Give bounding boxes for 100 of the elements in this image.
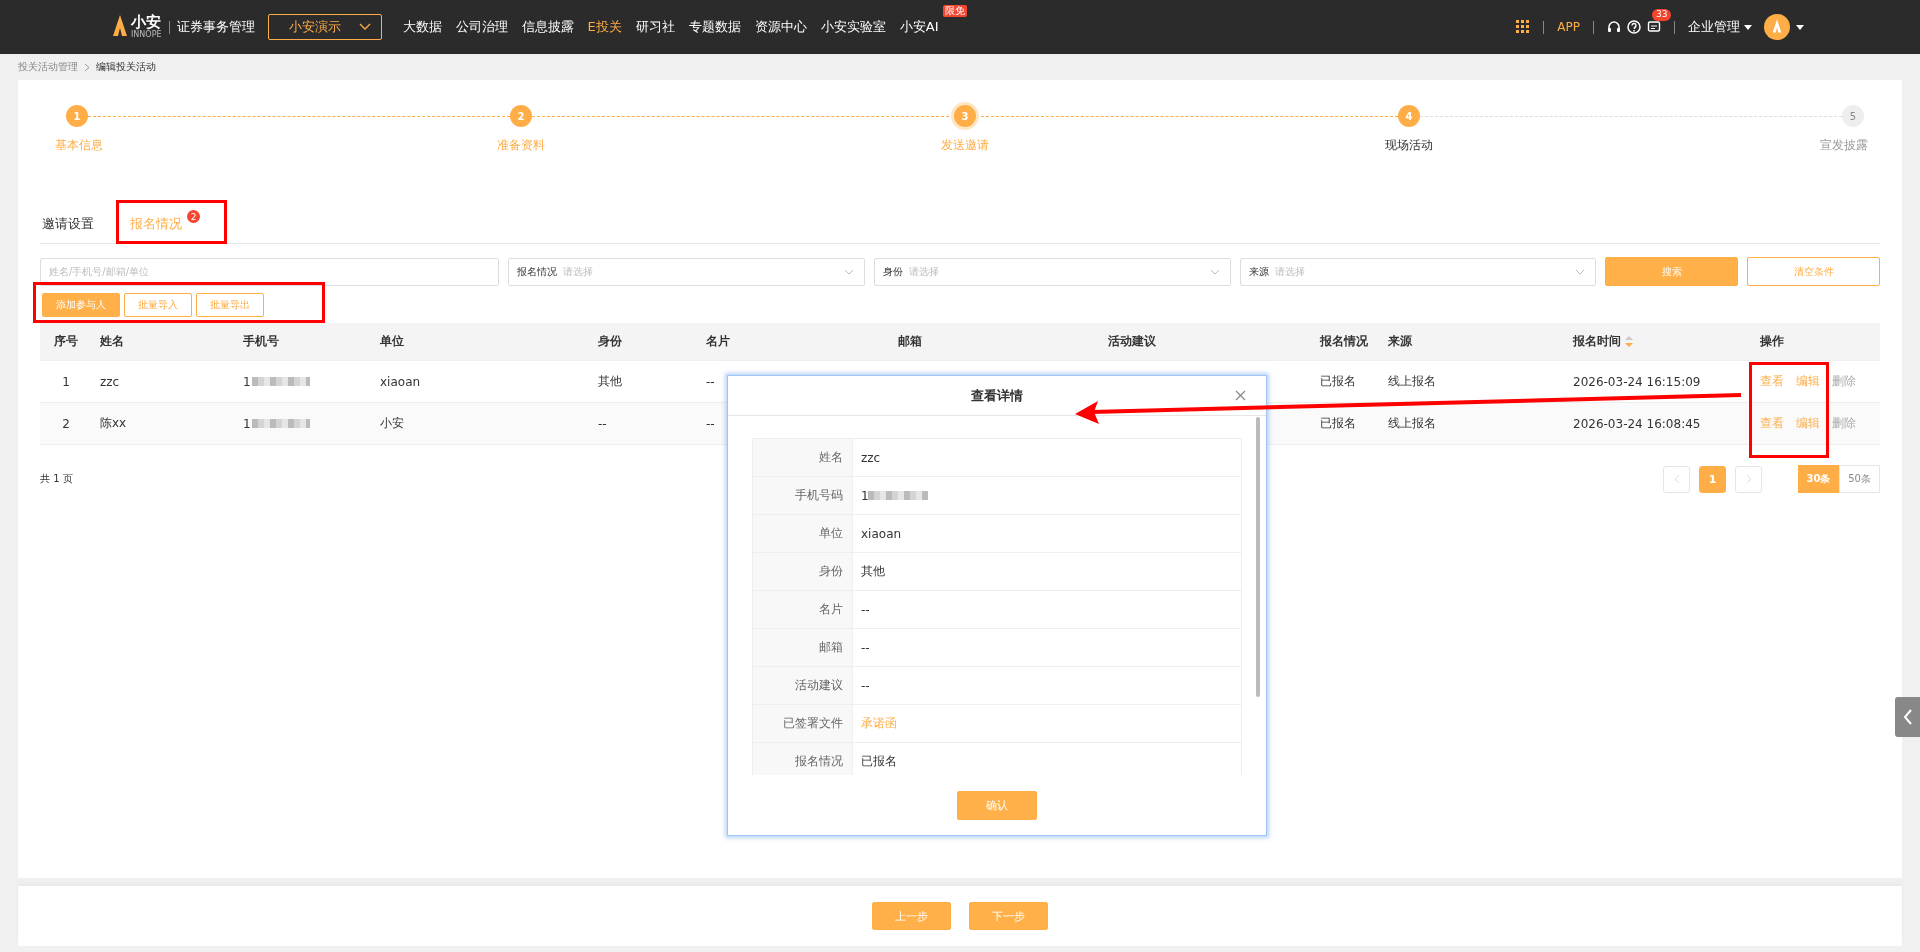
tab[interactable]: 邀请设置: [42, 215, 94, 242]
step-number: 4: [1398, 105, 1420, 127]
table-cell: --: [706, 374, 715, 389]
chevron-down-icon: [358, 23, 371, 31]
clear-button[interactable]: 清空条件: [1747, 257, 1880, 286]
chevron-down-icon: [1575, 268, 1586, 275]
tab[interactable]: 报名情况: [130, 215, 182, 244]
blur-drawing: [251, 419, 310, 428]
field-value: --: [861, 678, 870, 693]
table-cell: 线上报名: [1388, 373, 1436, 390]
field-value: 1: [861, 488, 869, 503]
nav-item[interactable]: 专题数据: [681, 19, 748, 34]
chevron-left-icon: [1673, 474, 1680, 484]
field-label: 手机号码: [795, 487, 843, 504]
field-label: 姓名: [819, 449, 843, 466]
document-link[interactable]: 承诺函: [861, 715, 897, 732]
row-action-link[interactable]: 查看: [1760, 373, 1784, 390]
message-icon[interactable]: [1647, 20, 1661, 34]
table-cell: zzc: [100, 374, 120, 389]
step-number: 3: [954, 105, 976, 127]
field-value: --: [861, 602, 870, 617]
chevron-right-icon: [84, 62, 90, 72]
step-number: 1: [66, 105, 88, 127]
table-cell: xiaoan: [380, 374, 421, 389]
table-cell: 2026-03-24 16:15:09: [1573, 374, 1701, 389]
step-number: 5: [1842, 105, 1864, 127]
enterprise-menu[interactable]: 企业管理: [1688, 18, 1752, 36]
count-badge: 2: [187, 210, 200, 223]
nav-item[interactable]: 研习社: [628, 19, 682, 34]
breadcrumb-item[interactable]: 编辑投关活动: [96, 60, 156, 74]
nav-item[interactable]: 资源中心: [747, 19, 814, 34]
scrollbar[interactable]: [1256, 417, 1260, 697]
column-header: 身份: [598, 333, 622, 350]
nav-item[interactable]: E投关: [580, 19, 629, 34]
headset-icon[interactable]: [1607, 20, 1621, 34]
blur-drawing: [867, 491, 928, 500]
action-button[interactable]: 批量导入: [124, 293, 192, 317]
step-label: 发送邀请: [941, 137, 989, 154]
page-size-option[interactable]: 30条: [1798, 465, 1839, 493]
column-header: 邮箱: [898, 333, 922, 350]
table-cell: 2: [62, 416, 70, 431]
field-label: 活动建议: [795, 677, 843, 694]
nav-item[interactable]: 大数据: [395, 19, 449, 34]
table-cell: 已报名: [1320, 373, 1356, 390]
column-header: 报名时间: [1573, 333, 1621, 350]
next-step-button[interactable]: 下一步: [969, 902, 1048, 930]
field-value: zzc: [861, 450, 881, 465]
filter-select[interactable]: 报名情况 请选择: [508, 257, 866, 286]
page-size-option[interactable]: 50条: [1839, 465, 1880, 493]
collapse-side-tab[interactable]: [1895, 697, 1920, 737]
page-button[interactable]: 1: [1699, 465, 1726, 493]
column-header: 序号: [54, 333, 78, 350]
filter-select[interactable]: 身份 请选择: [874, 257, 1231, 286]
chevron-down-icon: [1209, 268, 1220, 275]
field-label: 报名情况: [795, 753, 843, 770]
chevron-down-icon: [844, 268, 855, 275]
help-icon[interactable]: [1627, 20, 1641, 34]
nav-item[interactable]: 小安AI: [892, 19, 946, 34]
row-action-link[interactable]: 编辑: [1796, 373, 1820, 390]
column-header: 操作: [1760, 333, 1784, 350]
app-link[interactable]: APP: [1557, 20, 1580, 34]
field-value: 已报名: [861, 753, 897, 770]
caret-icon[interactable]: [1796, 24, 1804, 30]
apps-grid-icon[interactable]: [1516, 20, 1531, 34]
column-header: 报名情况: [1320, 333, 1368, 350]
dialog-title: 查看详情: [971, 386, 1023, 405]
column-header: 单位: [380, 333, 404, 350]
avatar[interactable]: [1764, 14, 1790, 40]
page-total: 共 1 页: [40, 472, 73, 486]
table-cell: 1: [62, 374, 70, 389]
confirm-button[interactable]: 确认: [957, 790, 1037, 820]
nav-item[interactable]: 信息披露: [514, 19, 581, 34]
product-title: 证券事务管理: [176, 18, 255, 36]
previous-step-button[interactable]: 上一步: [872, 902, 951, 930]
table-cell: --: [598, 416, 607, 431]
logo-subtitle: INNOPE: [131, 31, 162, 39]
column-header: 名片: [706, 333, 730, 350]
field-value: xiaoan: [861, 526, 902, 541]
search-button[interactable]: 搜索: [1605, 257, 1739, 286]
action-button[interactable]: 添加参与人: [42, 293, 120, 317]
column-header: 姓名: [100, 333, 124, 350]
filter-select[interactable]: 来源 请选择: [1239, 257, 1597, 286]
caret-icon: [1744, 24, 1752, 30]
field-label: 已签署文件: [783, 715, 843, 732]
table-cell: 其他: [598, 373, 622, 390]
field-label: 单位: [819, 525, 843, 542]
column-header: 手机号: [243, 333, 279, 350]
row-action-link[interactable]: 查看: [1760, 415, 1784, 432]
nav-item[interactable]: 小安实验室: [813, 19, 893, 34]
close-icon[interactable]: [1235, 390, 1246, 401]
org-select[interactable]: 小安演示: [267, 14, 382, 40]
row-action-link[interactable]: 编辑: [1796, 415, 1820, 432]
action-button[interactable]: 批量导出: [196, 293, 264, 317]
breadcrumb-item[interactable]: 投关活动管理: [18, 60, 78, 74]
column-header: 活动建议: [1108, 333, 1156, 350]
table-cell: 陈xx: [100, 415, 127, 432]
logo-text: 小安: [131, 15, 162, 30]
table-cell: --: [706, 416, 715, 431]
nav-item[interactable]: 公司治理: [448, 19, 515, 34]
table-cell: 1: [243, 374, 251, 389]
